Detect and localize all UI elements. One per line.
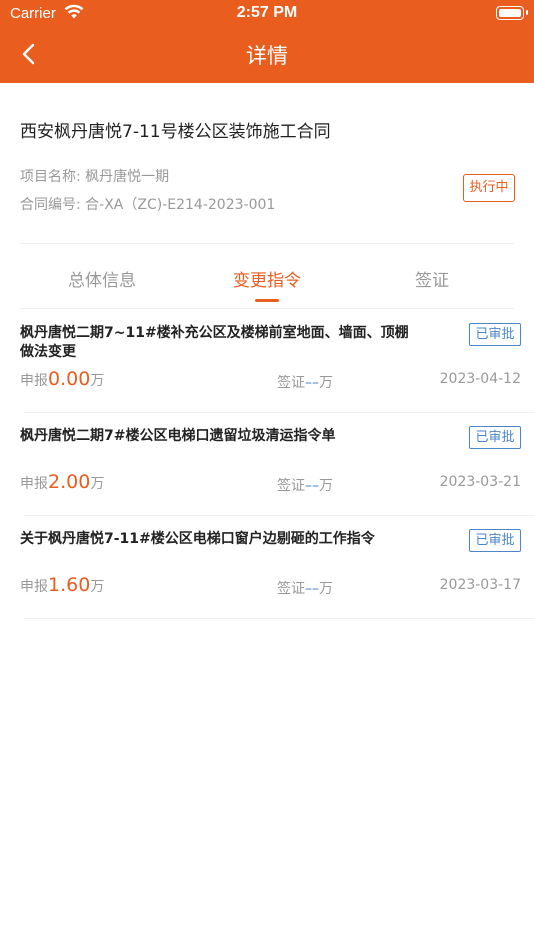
chevron-left-icon bbox=[22, 43, 35, 65]
visa-label: 签证 bbox=[277, 478, 305, 494]
visa-amount: 签证––万 bbox=[277, 475, 333, 495]
page-title: 详情 bbox=[246, 44, 288, 68]
visa-unit: 万 bbox=[319, 478, 333, 494]
contract-title: 西安枫丹唐悦7-11号楼公区装饰施工合同 bbox=[20, 122, 331, 142]
item-footer: 申报2.00万 签证––万 2023-03-21 bbox=[20, 471, 521, 495]
tab-visa[interactable]: 签证 bbox=[362, 266, 502, 291]
list-item[interactable]: 关于枫丹唐悦7-11#楼公区电梯口窗户边剔砸的工作指令 已审批 申报1.60万 … bbox=[0, 516, 534, 619]
visa-label: 签证 bbox=[277, 375, 305, 391]
visa-amount: 签证––万 bbox=[277, 578, 333, 598]
project-name: 项目名称: 枫丹唐悦一期 bbox=[20, 169, 170, 185]
list-item[interactable]: 枫丹唐悦二期7#楼公区电梯口遗留垃圾清运指令单 已审批 申报2.00万 签证––… bbox=[0, 413, 534, 516]
visa-label: 签证 bbox=[277, 581, 305, 597]
contract-code: 合同编号: 合-XA（ZC)-E214-2023-001 bbox=[20, 197, 276, 213]
item-title: 枫丹唐悦二期7#楼公区电梯口遗留垃圾清运指令单 bbox=[20, 428, 336, 444]
declare-unit: 万 bbox=[90, 373, 105, 389]
visa-amount: 签证––万 bbox=[277, 372, 333, 392]
status-badge: 执行中 bbox=[463, 174, 515, 202]
tabs-divider bbox=[20, 308, 514, 309]
approved-badge: 已审批 bbox=[469, 426, 521, 449]
tab-change-orders[interactable]: 变更指令 bbox=[197, 266, 337, 291]
item-footer: 申报0.00万 签证––万 2023-04-12 bbox=[20, 368, 521, 392]
item-title: 枫丹唐悦二期7~11#楼补充公区及楼梯前室地面、墙面、顶棚做法变更 bbox=[20, 325, 409, 360]
visa-unit: 万 bbox=[319, 581, 333, 597]
tab-bar: 总体信息 变更指令 签证 bbox=[0, 244, 534, 308]
declare-label: 申报 bbox=[20, 476, 48, 492]
approved-badge: 已审批 bbox=[469, 323, 521, 346]
item-date: 2023-03-17 bbox=[439, 577, 521, 593]
item-footer: 申报1.60万 签证––万 2023-03-17 bbox=[20, 574, 521, 598]
visa-unit: 万 bbox=[319, 375, 333, 391]
declare-unit: 万 bbox=[90, 476, 105, 492]
declare-amount: 1.60 bbox=[48, 574, 91, 596]
item-date: 2023-03-21 bbox=[439, 474, 521, 490]
active-tab-indicator bbox=[255, 299, 279, 302]
list-item[interactable]: 枫丹唐悦二期7~11#楼补充公区及楼梯前室地面、墙面、顶棚做法变更 已审批 申报… bbox=[0, 310, 534, 413]
declare-amount: 0.00 bbox=[48, 368, 91, 390]
clock: 2:57 PM bbox=[236, 4, 298, 21]
status-bar: Carrier 2:57 PM bbox=[0, 0, 534, 28]
item-title: 关于枫丹唐悦7-11#楼公区电梯口窗户边剔砸的工作指令 bbox=[20, 531, 375, 547]
approved-badge: 已审批 bbox=[469, 529, 521, 552]
declare-label: 申报 bbox=[20, 579, 48, 595]
tab-overview[interactable]: 总体信息 bbox=[32, 266, 172, 291]
battery-icon bbox=[496, 6, 528, 20]
visa-value: –– bbox=[305, 478, 319, 494]
visa-value: –– bbox=[305, 375, 319, 391]
item-divider bbox=[24, 618, 534, 619]
declare-label: 申报 bbox=[20, 373, 48, 389]
visa-value: –– bbox=[305, 581, 319, 597]
declare-amount: 2.00 bbox=[48, 471, 91, 493]
item-date: 2023-04-12 bbox=[439, 371, 521, 387]
app-header: Carrier 2:57 PM 详情 bbox=[0, 0, 534, 83]
declare-unit: 万 bbox=[90, 579, 105, 595]
back-button[interactable] bbox=[14, 38, 44, 70]
